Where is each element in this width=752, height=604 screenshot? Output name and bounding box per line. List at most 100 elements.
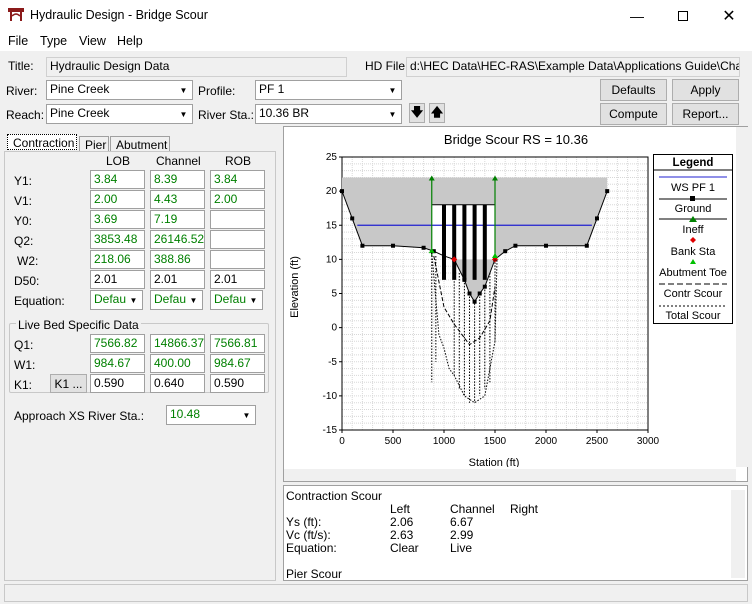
legend-abutment-marker — [690, 259, 696, 264]
k1-rob-field[interactable]: 0.590 — [210, 374, 265, 393]
results-value: 2.99 — [450, 528, 474, 542]
legend-total: Total Scour — [665, 310, 720, 322]
grid-cell[interactable]: 7.19 — [150, 210, 205, 229]
profile-select[interactable]: PF 1 ▼ — [255, 80, 402, 100]
chart-vscrollbar[interactable] — [736, 127, 748, 467]
equation-channel-select[interactable]: Defau ▼ — [150, 290, 203, 310]
grid-cell[interactable]: 2.00 — [210, 190, 265, 209]
legend-abutment: Abutment Toe — [659, 267, 727, 279]
k1-lob-field[interactable]: 0.590 — [90, 374, 145, 393]
results-contraction-title: Contraction Scour — [286, 489, 383, 503]
approach-select[interactable]: 10.48 ▼ — [166, 405, 256, 425]
grid-cell[interactable]: 3.69 — [90, 210, 145, 229]
legend-title: Legend — [673, 157, 714, 169]
x-tick-label: 2500 — [586, 436, 609, 447]
grid-cell[interactable]: 3.84 — [210, 170, 265, 189]
row-label: Y1: — [14, 174, 33, 188]
grid-cell[interactable]: 218.06 — [90, 250, 145, 269]
k1-channel-field[interactable]: 0.640 — [150, 374, 205, 393]
y-tick-label: 15 — [326, 220, 338, 231]
grid-cell[interactable]: 3853.48 — [90, 230, 145, 249]
title-field[interactable]: Hydraulic Design Data — [46, 57, 347, 77]
y-tick-label: 25 — [326, 152, 338, 163]
live-grid-cell[interactable]: 984.67 — [210, 354, 265, 373]
results-value: Live — [450, 541, 473, 555]
ground-point — [595, 216, 599, 221]
results-col-left: Left — [390, 502, 411, 516]
reach-select[interactable]: Pine Creek ▼ — [46, 104, 193, 124]
apply-button[interactable]: Apply — [672, 79, 739, 101]
ground-point — [513, 243, 518, 248]
close-button[interactable]: ✕ — [706, 0, 752, 31]
menu-bar — [0, 31, 752, 51]
grid-cell[interactable]: 3.84 — [90, 170, 145, 189]
maximize-button[interactable] — [660, 0, 706, 31]
grid-cell[interactable]: 8.39 — [150, 170, 205, 189]
equation-label: Equation: — [14, 294, 65, 308]
x-tick-label: 0 — [339, 436, 345, 447]
live-grid-cell[interactable]: 400.00 — [150, 354, 205, 373]
y-axis-label: Elevation (ft) — [289, 256, 301, 318]
grid-cell[interactable]: 2.00 — [90, 190, 145, 209]
tab-contraction[interactable]: Contraction — [7, 134, 77, 150]
defaults-button[interactable]: Defaults — [600, 79, 667, 101]
report-button[interactable]: Report... — [672, 103, 739, 125]
ground-point — [350, 216, 355, 221]
results-value: 6.67 — [450, 515, 474, 529]
prev-station-button[interactable]: 🡅 — [429, 103, 445, 123]
live-row-label: W1: — [14, 358, 36, 372]
grid-cell[interactable]: 2.01 — [210, 270, 265, 289]
grid-cell[interactable]: 4.43 — [150, 190, 205, 209]
approach-label: Approach XS River Sta.: — [14, 409, 145, 423]
results-col-right: Right — [510, 502, 539, 516]
live-grid-cell[interactable]: 14866.37 — [150, 334, 205, 353]
compute-button[interactable]: Compute — [600, 103, 667, 125]
results-vscrollbar[interactable] — [731, 490, 745, 578]
chevron-down-icon: ▼ — [176, 106, 191, 122]
equation-rob-select[interactable]: Defau ▼ — [210, 290, 263, 310]
legend-bank-marker — [690, 237, 696, 243]
pier — [462, 204, 467, 280]
results-value: 2.06 — [390, 515, 414, 529]
menu-view[interactable]: View — [79, 34, 106, 48]
grid-cell[interactable] — [210, 210, 265, 229]
results-pier-title: Pier Scour — [286, 567, 343, 581]
chevron-down-icon: ▼ — [385, 106, 400, 122]
results-row-label: Equation: — [286, 541, 337, 555]
menu-help[interactable]: Help — [117, 34, 143, 48]
row-label: D50: — [14, 274, 40, 288]
grid-cell[interactable]: 2.01 — [150, 270, 205, 289]
k1-label: K1: — [14, 378, 33, 392]
equation-lob-select[interactable]: Defau ▼ — [90, 290, 143, 310]
ground-point — [584, 243, 589, 248]
chart-title: Bridge Scour RS = 10.36 — [444, 132, 588, 147]
riversta-select[interactable]: 10.36 BR ▼ — [255, 104, 402, 124]
grid-cell[interactable] — [210, 230, 265, 249]
riversta-label: River Sta.: — [198, 108, 255, 122]
menu-file[interactable]: File — [8, 34, 28, 48]
app-icon — [8, 8, 24, 21]
grid-cell[interactable]: 388.86 — [150, 250, 205, 269]
y-tick-label: 5 — [331, 289, 337, 300]
menu-type[interactable]: Type — [40, 34, 67, 48]
river-select[interactable]: Pine Creek ▼ — [46, 80, 193, 100]
ground-point — [544, 243, 548, 248]
ground-point — [503, 249, 508, 254]
k1-button[interactable]: K1 ... — [50, 374, 87, 393]
minimize-button[interactable]: — — [614, 0, 660, 31]
live-grid-cell[interactable]: 7566.81 — [210, 334, 265, 353]
grid-cell[interactable] — [210, 250, 265, 269]
chevron-down-icon: ▼ — [239, 407, 254, 423]
chart-hscrollbar[interactable] — [284, 469, 736, 481]
next-station-button[interactable]: 🡇 — [409, 103, 425, 123]
y-tick-label: 10 — [326, 254, 338, 265]
ground-point — [391, 243, 395, 248]
live-grid-cell[interactable]: 7566.82 — [90, 334, 145, 353]
live-grid-cell[interactable]: 984.67 — [90, 354, 145, 373]
profile-label: Profile: — [198, 84, 236, 98]
arrow-up-icon: 🡅 — [430, 104, 444, 119]
grid-cell[interactable]: 2.01 — [90, 270, 145, 289]
legend-ws: WS PF 1 — [671, 182, 715, 194]
grid-cell[interactable]: 26146.52 — [150, 230, 205, 249]
hdfile-label: HD File: — [365, 59, 409, 73]
